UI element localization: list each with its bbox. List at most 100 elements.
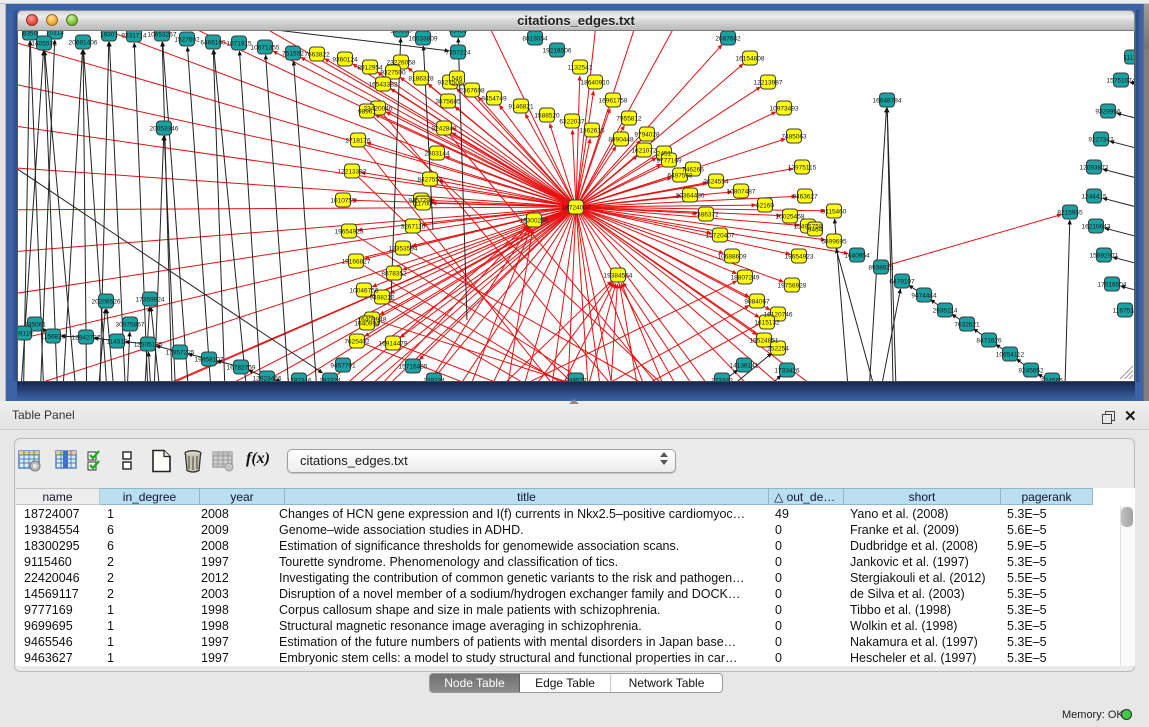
svg-text:948577: 948577 <box>565 377 587 382</box>
svg-text:10671355: 10671355 <box>251 44 280 51</box>
svg-text:9498222: 9498222 <box>369 294 395 301</box>
svg-text:8471626: 8471626 <box>976 337 1002 344</box>
svg-text:8350: 8350 <box>23 31 38 37</box>
svg-text:2935114: 2935114 <box>933 307 958 314</box>
svg-text:9084067: 9084067 <box>744 298 770 305</box>
svg-text:10046756: 10046756 <box>350 287 379 294</box>
svg-text:1156829: 1156829 <box>41 333 66 340</box>
svg-text:1640954: 1640954 <box>844 252 870 259</box>
svg-text:8990448: 8990448 <box>608 136 634 143</box>
svg-text:924565: 924565 <box>1041 377 1063 382</box>
svg-text:16210643: 16210643 <box>1082 223 1111 230</box>
svg-text:7485063: 7485063 <box>781 133 807 140</box>
svg-text:7632621: 7632621 <box>954 321 980 328</box>
svg-text:751552: 751552 <box>282 50 304 57</box>
svg-text:3875685: 3875685 <box>435 98 461 105</box>
svg-text:12923466: 12923466 <box>253 375 282 382</box>
svg-text:17359924: 17359924 <box>136 296 165 303</box>
svg-text:1167533: 1167533 <box>1113 307 1135 314</box>
svg-text:8878352: 8878352 <box>381 270 407 277</box>
svg-text:7663822: 7663822 <box>304 51 330 58</box>
svg-text:15716485: 15716485 <box>399 363 428 370</box>
svg-text:20053346: 20053346 <box>150 125 179 132</box>
svg-text:7955812: 7955812 <box>616 115 642 122</box>
svg-text:6899695: 6899695 <box>821 238 847 245</box>
svg-text:11125: 11125 <box>1123 54 1135 61</box>
svg-text:12942737: 12942737 <box>72 334 101 341</box>
svg-text:16914479: 16914479 <box>379 340 408 347</box>
svg-text:9245652: 9245652 <box>1018 367 1044 374</box>
svg-text:9360124: 9360124 <box>332 56 358 63</box>
svg-text:1640994: 1640994 <box>354 320 380 327</box>
svg-text:19384554: 19384554 <box>604 272 633 279</box>
svg-text:7386372: 7386372 <box>693 211 719 218</box>
svg-text:9457791: 9457791 <box>330 362 356 369</box>
svg-text:15720407: 15720407 <box>706 232 735 239</box>
svg-text:9794028: 9794028 <box>634 131 660 138</box>
svg-text:16782759: 16782759 <box>227 364 256 371</box>
svg-text:10653267: 10653267 <box>148 31 177 38</box>
svg-text:9474444: 9474444 <box>911 292 937 299</box>
svg-text:19524851: 19524851 <box>750 337 779 344</box>
svg-text:17957225: 17957225 <box>166 349 195 356</box>
svg-text:18640910: 18640910 <box>581 79 610 86</box>
svg-text:18724007: 18724007 <box>562 204 591 211</box>
svg-text:546: 546 <box>452 75 463 82</box>
svg-text:17016504: 17016504 <box>1098 281 1127 288</box>
svg-text:3267110: 3267110 <box>401 223 426 230</box>
svg-text:19166827: 19166827 <box>342 258 371 265</box>
svg-text:23226058: 23226058 <box>387 59 416 66</box>
svg-text:173342: 173342 <box>711 377 733 382</box>
svg-text:19756928: 19756928 <box>778 282 807 289</box>
svg-text:8912954: 8912954 <box>357 64 383 71</box>
svg-text:16543382: 16543382 <box>369 81 398 88</box>
svg-text:12213382: 12213382 <box>338 168 367 175</box>
svg-text:9242848: 9242848 <box>431 125 457 132</box>
svg-text:2367608: 2367608 <box>459 87 485 94</box>
svg-text:6497568: 6497568 <box>667 172 693 179</box>
svg-text:9777169: 9777169 <box>656 157 682 164</box>
svg-text:98961: 98961 <box>358 108 376 115</box>
svg-text:19958107: 19958107 <box>195 356 224 363</box>
svg-text:10973493: 10973493 <box>770 105 799 112</box>
svg-text:10025458: 10025458 <box>776 213 805 220</box>
svg-text:1071915: 1071915 <box>226 40 252 47</box>
svg-text:8215955: 8215955 <box>1057 209 1083 216</box>
svg-text:1292346: 1292346 <box>286 377 312 382</box>
svg-text:192324: 192324 <box>319 377 341 382</box>
svg-text:2451: 2451 <box>657 150 672 157</box>
svg-text:1615132: 1615132 <box>754 319 780 326</box>
svg-text:2087682: 2087682 <box>715 35 741 42</box>
svg-text:15751074: 15751074 <box>1107 77 1135 84</box>
svg-text:2718176: 2718176 <box>345 137 371 144</box>
svg-text:18300295: 18300295 <box>520 217 549 224</box>
svg-text:114519: 114519 <box>106 338 128 345</box>
svg-text:14136141: 14136141 <box>730 362 759 369</box>
svg-text:1733426: 1733426 <box>774 367 800 374</box>
svg-text:39119: 39119 <box>18 330 33 337</box>
svg-text:9115460: 9115460 <box>822 208 847 215</box>
svg-text:6479197: 6479197 <box>889 278 915 285</box>
svg-text:20113: 20113 <box>46 31 64 36</box>
svg-text:10688609: 10688609 <box>718 253 747 260</box>
svg-text:9464: 9464 <box>808 226 823 233</box>
svg-text:6322037: 6322037 <box>559 118 585 125</box>
svg-text:1362615: 1362615 <box>579 127 605 134</box>
svg-text:16033809: 16033809 <box>409 35 438 42</box>
svg-text:9146821: 9146821 <box>508 103 534 110</box>
svg-text:16648784: 16648784 <box>873 97 902 104</box>
svg-text:85435: 85435 <box>449 31 467 34</box>
svg-text:7357224: 7357224 <box>445 49 471 56</box>
svg-text:11700: 11700 <box>414 200 432 207</box>
svg-text:12505135: 12505135 <box>134 341 163 348</box>
svg-text:19654925: 19654925 <box>335 228 364 235</box>
svg-text:1527602: 1527602 <box>174 36 200 43</box>
svg-text:12353594: 12353594 <box>389 245 418 252</box>
svg-text:62160: 62160 <box>756 202 774 209</box>
svg-text:1405572: 1405572 <box>31 40 57 47</box>
svg-text:9327500: 9327500 <box>380 69 406 76</box>
svg-text:8938923: 8938923 <box>868 264 894 271</box>
svg-text:19218506: 19218506 <box>543 47 572 54</box>
svg-text:8427552: 8427552 <box>417 176 443 183</box>
svg-text:10654112: 10654112 <box>996 351 1025 358</box>
